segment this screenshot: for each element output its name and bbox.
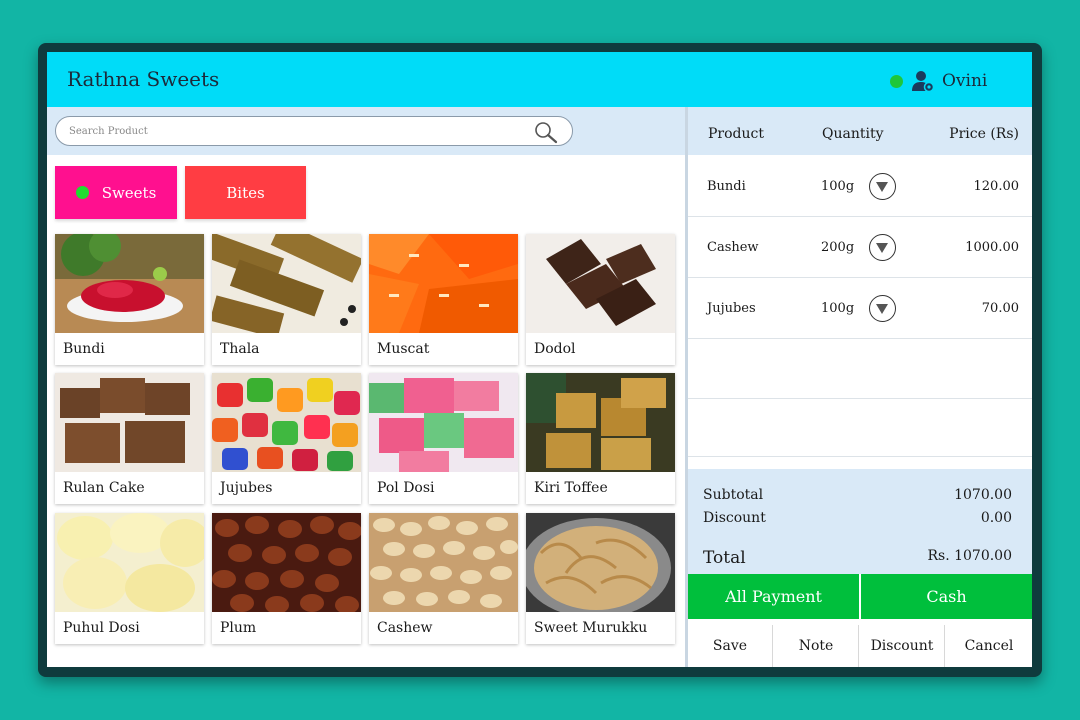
cash-button[interactable]: Cash bbox=[861, 574, 1032, 619]
search-bar bbox=[47, 107, 685, 155]
product-name: Kiri Toffee bbox=[534, 480, 608, 496]
product-name: Dodol bbox=[534, 341, 576, 357]
order-table-header: Product Quantity Price (Rs) bbox=[688, 107, 1032, 155]
rulan-cake-image bbox=[55, 373, 204, 472]
product-card-puhul-dosi[interactable]: Puhul Dosi bbox=[55, 513, 204, 644]
order-row[interactable]: Bundi 100g 120.00 bbox=[688, 157, 1032, 217]
product-card-pol-dosi[interactable]: Pol Dosi bbox=[369, 373, 518, 504]
product-name: Thala bbox=[220, 341, 260, 357]
quantity-dropdown-icon[interactable] bbox=[869, 295, 896, 322]
total-value: Rs. 1070.00 bbox=[927, 548, 1012, 564]
cancel-button[interactable]: Cancel bbox=[946, 625, 1032, 667]
plum-image bbox=[212, 513, 361, 612]
product-name: Rulan Cake bbox=[63, 480, 145, 496]
product-card-dodol[interactable]: Dodol bbox=[526, 234, 675, 365]
search-icon[interactable] bbox=[533, 120, 559, 144]
muscat-image bbox=[369, 234, 518, 333]
product-name: Cashew bbox=[377, 620, 433, 636]
product-name: Sweet Murukku bbox=[534, 620, 648, 636]
category-bites-label: Bites bbox=[226, 183, 265, 202]
total-label: Total bbox=[703, 548, 746, 568]
online-status-dot bbox=[890, 75, 903, 88]
order-product: Bundi bbox=[707, 179, 746, 194]
search-box bbox=[55, 116, 573, 146]
order-quantity: 200g bbox=[821, 240, 855, 255]
discount-button[interactable]: Discount bbox=[860, 625, 945, 667]
empty-order-row bbox=[688, 339, 1032, 399]
product-name: Bundi bbox=[63, 341, 105, 357]
category-sweets-button[interactable]: Sweets bbox=[55, 166, 177, 219]
product-card-plum[interactable]: Plum bbox=[212, 513, 361, 644]
jujubes-image bbox=[212, 373, 361, 472]
product-name: Muscat bbox=[377, 341, 430, 357]
product-name: Puhul Dosi bbox=[63, 620, 140, 636]
quantity-dropdown-icon[interactable] bbox=[869, 173, 896, 200]
thala-image bbox=[212, 234, 361, 333]
sweet-murukku-image bbox=[526, 513, 675, 612]
app-title: Rathna Sweets bbox=[67, 67, 220, 91]
note-button[interactable]: Note bbox=[774, 625, 859, 667]
quantity-dropdown-icon[interactable] bbox=[869, 234, 896, 261]
product-card-muscat[interactable]: Muscat bbox=[369, 234, 518, 365]
active-indicator-dot bbox=[75, 186, 89, 199]
column-header-product: Product bbox=[708, 126, 764, 142]
top-bar: Rathna Sweets Ovini bbox=[47, 52, 1032, 107]
search-input[interactable] bbox=[69, 123, 509, 139]
discount-label: Discount bbox=[703, 510, 766, 526]
product-name: Jujubes bbox=[220, 480, 273, 496]
product-card-jujubes[interactable]: Jujubes bbox=[212, 373, 361, 504]
order-row[interactable]: Jujubes 100g 70.00 bbox=[688, 279, 1032, 339]
order-price: 70.00 bbox=[981, 301, 1019, 316]
product-card-bundi[interactable]: Bundi bbox=[55, 234, 204, 365]
subtotal-label: Subtotal bbox=[703, 487, 764, 503]
user-name[interactable]: Ovini bbox=[942, 71, 987, 91]
column-header-quantity: Quantity bbox=[822, 126, 884, 142]
order-quantity: 100g bbox=[821, 179, 855, 194]
subtotal-value: 1070.00 bbox=[954, 487, 1012, 503]
column-header-price: Price (Rs) bbox=[949, 126, 1019, 142]
product-name: Plum bbox=[220, 620, 257, 636]
order-row[interactable]: Cashew 200g 1000.00 bbox=[688, 218, 1032, 278]
pol-dosi-image bbox=[369, 373, 518, 472]
save-button[interactable]: Save bbox=[688, 625, 773, 667]
puhul-dosi-image bbox=[55, 513, 204, 612]
kiri-toffee-image bbox=[526, 373, 675, 472]
product-card-rulan-cake[interactable]: Rulan Cake bbox=[55, 373, 204, 504]
order-product: Jujubes bbox=[707, 301, 756, 316]
product-card-sweet-murukku[interactable]: Sweet Murukku bbox=[526, 513, 675, 644]
bundi-image bbox=[55, 234, 204, 333]
pos-screen: Rathna Sweets Ovini Sweets Bites bbox=[47, 52, 1032, 667]
discount-value: 0.00 bbox=[980, 510, 1012, 526]
order-price: 1000.00 bbox=[965, 240, 1019, 255]
cashew-image bbox=[369, 513, 518, 612]
all-payment-button[interactable]: All Payment bbox=[688, 574, 859, 619]
product-card-kiri-toffee[interactable]: Kiri Toffee bbox=[526, 373, 675, 504]
product-name: Pol Dosi bbox=[377, 480, 435, 496]
category-sweets-label: Sweets bbox=[101, 183, 157, 202]
category-bites-button[interactable]: Bites bbox=[185, 166, 306, 219]
order-price: 120.00 bbox=[973, 179, 1020, 194]
product-card-thala[interactable]: Thala bbox=[212, 234, 361, 365]
order-product: Cashew bbox=[707, 240, 759, 255]
totals-panel: Subtotal 1070.00 Discount 0.00 Total Rs.… bbox=[688, 469, 1032, 574]
product-card-cashew[interactable]: Cashew bbox=[369, 513, 518, 644]
dodol-image bbox=[526, 234, 675, 333]
user-icon[interactable] bbox=[911, 69, 935, 93]
order-quantity: 100g bbox=[821, 301, 855, 316]
empty-order-row bbox=[688, 399, 1032, 457]
